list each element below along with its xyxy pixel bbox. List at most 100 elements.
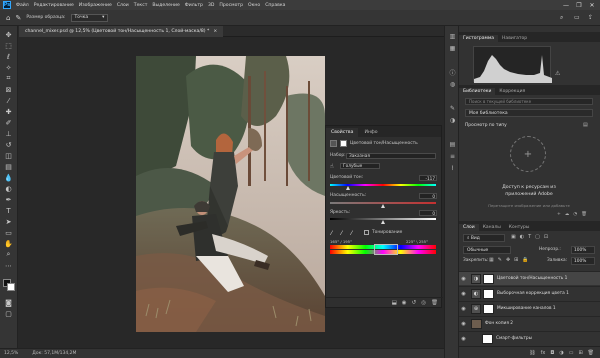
blur-tool-icon[interactable]: 💧 — [4, 173, 13, 182]
quick-select-tool-icon[interactable]: ✧ — [4, 63, 13, 72]
fx-icon[interactable]: fx — [541, 350, 546, 356]
channels-panel-icon[interactable]: ≡ — [448, 152, 457, 161]
close-tab-icon[interactable]: × — [213, 29, 217, 34]
doc-size[interactable]: Док: 57,1М/134,2М — [32, 351, 76, 356]
link-layers-icon[interactable]: ⛓ — [529, 350, 535, 356]
histogram-panel-icon[interactable]: ▥ — [448, 32, 457, 41]
menu-view[interactable]: Просмотр — [219, 3, 243, 8]
zoom-level[interactable]: 12,5% — [4, 351, 18, 356]
eye-icon[interactable]: ◉ — [459, 306, 468, 312]
lock-paint-icon[interactable]: ✎ — [498, 257, 502, 263]
rectangle-tool-icon[interactable]: ▭ — [4, 228, 13, 237]
library-delete-icon[interactable]: 🗑 — [581, 212, 587, 217]
sample-size-select[interactable]: Точка ▾ — [70, 13, 109, 22]
more-tools-icon[interactable]: ⋯ — [4, 261, 13, 270]
eye-icon[interactable]: ◉ — [459, 276, 468, 282]
menu-type[interactable]: Текст — [134, 3, 148, 8]
lock-move-icon[interactable]: ✥ — [506, 257, 510, 263]
layer-row[interactable]: ◉ ⊕ Микширование каналов 1 — [459, 301, 600, 315]
tab-adjustments[interactable]: Коррекция — [495, 88, 529, 95]
search-icon[interactable]: ⌕ — [560, 14, 563, 22]
screen-mode-icon[interactable]: ▢ — [4, 309, 13, 318]
healing-brush-icon[interactable]: ✚ — [4, 107, 13, 116]
eyedropper-icon[interactable]: ⁄ — [4, 96, 13, 105]
channel-dropdown[interactable]: Голубые — [340, 163, 380, 169]
color-panel-icon[interactable]: ◍ — [448, 80, 457, 89]
document-tab[interactable]: channel_mixer.psd @ 12,5% (Цветовой тон/… — [19, 26, 224, 37]
library-storage-icon[interactable]: ◔ — [573, 212, 577, 217]
eye-icon[interactable]: ◉ — [459, 291, 468, 297]
view-by-type[interactable]: Просмотр по типу — [465, 123, 507, 128]
filter-adjust-icon[interactable]: ◐ — [520, 234, 524, 240]
add-library-icon[interactable]: + — [510, 136, 546, 172]
color-range-selector[interactable] — [374, 244, 398, 255]
layer-filter-select[interactable]: ⌕ Вид — [463, 234, 505, 242]
new-layer-icon[interactable]: ⊞ — [578, 350, 582, 356]
reset-icon[interactable]: ↺ — [412, 300, 417, 306]
tab-channels[interactable]: Каналы — [479, 224, 505, 231]
tab-info[interactable]: Инфо — [359, 128, 382, 137]
layer-row[interactable]: ◉ ◑ Цветовой тон/Насыщенность 1 — [459, 271, 600, 285]
marquee-tool-icon[interactable]: ⬚ — [4, 41, 13, 50]
eye-icon[interactable]: ◉ — [459, 336, 468, 342]
menu-help[interactable]: Справка — [265, 3, 285, 8]
hand-tool-icon[interactable]: ✋ — [4, 239, 13, 248]
hue-value-field[interactable]: -117 — [419, 175, 437, 181]
eye-icon[interactable]: ◉ — [459, 321, 468, 327]
frame-tool-icon[interactable]: ⊠ — [4, 85, 13, 94]
adjustments-panel-icon[interactable]: ◑ — [448, 116, 457, 125]
zoom-tool-icon[interactable]: ⌕ — [4, 250, 13, 259]
target-adjust-icon[interactable]: ☝ — [330, 163, 334, 170]
layer-mask-thumbnail[interactable] — [483, 303, 494, 314]
colorize-checkbox[interactable] — [364, 230, 369, 235]
pen-tool-icon[interactable]: ✒ — [4, 195, 13, 204]
menu-3d[interactable]: 3D — [208, 3, 214, 8]
filter-pixel-icon[interactable]: ▣ — [511, 234, 516, 240]
lock-all-icon[interactable]: 🔒 — [522, 257, 528, 263]
tab-properties[interactable]: Свойства — [326, 128, 359, 137]
brush-panel-icon[interactable]: ✎ — [448, 104, 457, 113]
brush-tool-icon[interactable]: ✐ — [4, 118, 13, 127]
tab-navigator[interactable]: Навигатор — [498, 35, 531, 42]
dodge-tool-icon[interactable]: ◐ — [4, 184, 13, 193]
menu-layers[interactable]: Слои — [117, 3, 129, 8]
delete-layer-icon[interactable]: 🗑 — [588, 350, 594, 356]
lightness-value-field[interactable]: 0 — [419, 210, 437, 216]
workspace-icon[interactable]: ▭ — [574, 14, 580, 21]
mask-icon[interactable] — [340, 140, 347, 147]
clip-to-layer-icon[interactable]: ⬓ — [392, 300, 397, 306]
layer-row[interactable]: ◉ Фон копия 2 — [459, 316, 600, 330]
lock-transparent-icon[interactable]: ▦ — [489, 257, 494, 263]
opacity-input[interactable]: 100% — [571, 246, 595, 254]
layer-mask-thumbnail[interactable] — [483, 288, 494, 299]
library-search-input[interactable]: Поиск в текущей библиотеке — [465, 98, 593, 105]
path-select-icon[interactable]: ➤ — [4, 217, 13, 226]
menu-filter[interactable]: Фильтр — [185, 3, 203, 8]
gradient-tool-icon[interactable]: ▤ — [4, 162, 13, 171]
quick-mask-icon[interactable]: ◙ — [4, 298, 13, 307]
crop-tool-icon[interactable]: ⌗ — [4, 74, 13, 83]
background-color-swatch[interactable] — [7, 283, 15, 291]
lasso-tool-icon[interactable]: ℓ — [4, 52, 13, 61]
menu-window[interactable]: Окно — [248, 3, 260, 8]
menu-edit[interactable]: Редактирование — [34, 3, 74, 8]
add-mask-icon[interactable]: ◘ — [550, 350, 554, 356]
history-brush-icon[interactable]: ↺ — [4, 140, 13, 149]
delete-icon[interactable]: 🗑 — [431, 300, 438, 306]
clone-stamp-icon[interactable]: ⊥ — [4, 129, 13, 138]
layer-row[interactable]: ◉ Смарт-фильтры — [459, 331, 600, 345]
minimize-button[interactable]: — — [560, 0, 572, 10]
fill-input[interactable]: 100% — [571, 257, 595, 265]
tab-layers[interactable]: Слои — [459, 224, 479, 231]
saturation-value-field[interactable]: 0 — [419, 193, 437, 199]
tab-paths[interactable]: Контуры — [505, 224, 534, 231]
document-image[interactable] — [136, 56, 325, 332]
layer-row[interactable]: ◉ ◐ Выборочная коррекция цвета 1 — [459, 286, 600, 300]
eyedropper-add-icon[interactable]: ⁄ — [341, 230, 342, 237]
info-panel-icon[interactable]: ⓘ — [448, 68, 457, 77]
libraries-panel-icon[interactable]: ▦ — [448, 44, 457, 53]
filter-shape-icon[interactable]: ▢ — [535, 234, 540, 240]
tab-libraries[interactable]: Библиотеки — [459, 88, 496, 95]
eyedropper-sample-icon[interactable]: ⁄ — [331, 230, 332, 237]
lock-artboard-icon[interactable]: ⊞ — [514, 257, 518, 263]
